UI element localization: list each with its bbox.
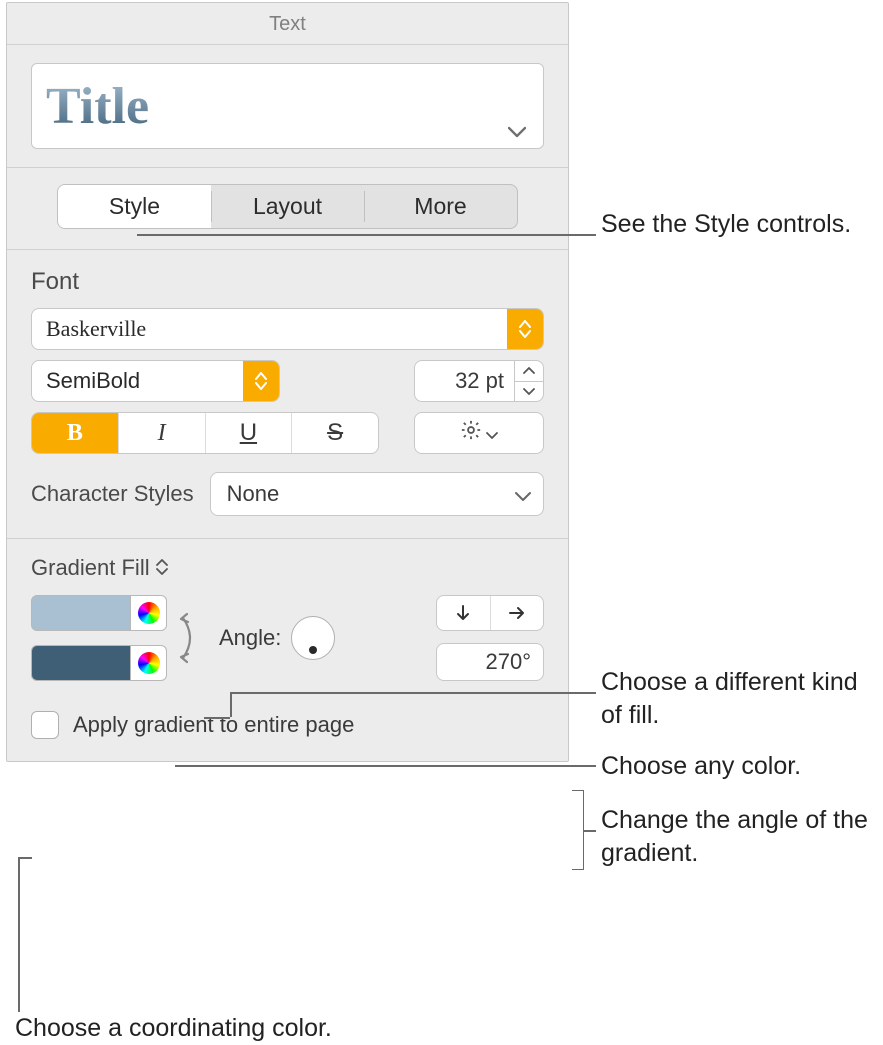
apply-to-page-checkbox[interactable] [31, 711, 59, 739]
font-weight-select[interactable]: SemiBold [31, 360, 280, 402]
font-size-stepper[interactable] [514, 360, 544, 402]
updown-icon [243, 361, 279, 401]
callout-fill-kind: Choose a different kind of fill. [601, 666, 881, 731]
direction-right-button[interactable] [490, 596, 544, 630]
paragraph-style-select[interactable]: Title [31, 63, 544, 149]
gradient-color-2-well[interactable] [31, 645, 131, 681]
character-style-value: None [227, 481, 280, 507]
gradient-color-2-picker[interactable] [131, 645, 167, 681]
angle-field[interactable]: 270° [436, 643, 544, 681]
fill-type-label: Gradient Fill [31, 555, 150, 581]
font-family-value: Baskerville [32, 316, 507, 342]
gradient-direction-buttons [436, 595, 544, 631]
paragraph-style-label: Title [46, 77, 149, 136]
gradient-color-1-well[interactable] [31, 595, 131, 631]
advanced-options-button[interactable] [414, 412, 544, 454]
tab-style[interactable]: Style [58, 185, 211, 228]
font-weight-value: SemiBold [32, 368, 243, 394]
chevron-down-icon [515, 481, 531, 507]
gear-icon [460, 419, 482, 447]
character-style-select[interactable]: None [210, 472, 544, 516]
chevron-down-icon [486, 422, 498, 445]
tab-layout[interactable]: Layout [211, 185, 364, 228]
font-family-select[interactable]: Baskerville [31, 308, 544, 350]
format-tabs: Style Layout More [57, 184, 518, 229]
callout-coord-color: Choose a coordinating color. [15, 1012, 332, 1045]
fill-type-select[interactable]: Gradient Fill [31, 539, 168, 595]
angle-dial[interactable] [291, 616, 335, 660]
callout-any-color: Choose any color. [601, 750, 801, 783]
chevron-up-icon [515, 361, 543, 381]
bold-button[interactable]: B [32, 413, 118, 453]
chevron-down-icon [497, 64, 537, 148]
panel-title: Text [7, 3, 568, 44]
text-style-buttons: B I U S [31, 412, 379, 454]
gradient-color-1-picker[interactable] [131, 595, 167, 631]
font-size-field[interactable]: 32 pt [414, 360, 514, 402]
color-wheel-icon [138, 602, 160, 624]
character-styles-label: Character Styles [31, 481, 194, 507]
apply-to-page-label: Apply gradient to entire page [73, 712, 354, 738]
chevron-down-icon [515, 381, 543, 402]
text-inspector-panel: Text Title Style Layout More Font Basker… [6, 2, 569, 762]
font-heading: Font [31, 250, 544, 308]
swap-colors-button[interactable] [167, 610, 209, 666]
italic-button[interactable]: I [118, 413, 205, 453]
angle-indicator-dot [309, 646, 317, 654]
color-wheel-icon [138, 652, 160, 674]
underline-button[interactable]: U [205, 413, 292, 453]
updown-icon [156, 555, 168, 581]
callout-angle: Change the angle of the gradient. [601, 804, 881, 869]
updown-icon [507, 309, 543, 349]
tab-more[interactable]: More [364, 185, 517, 228]
callout-style: See the Style controls. [601, 208, 851, 241]
angle-label: Angle: [219, 625, 281, 651]
direction-down-button[interactable] [437, 596, 490, 630]
strikethrough-button[interactable]: S [291, 413, 378, 453]
